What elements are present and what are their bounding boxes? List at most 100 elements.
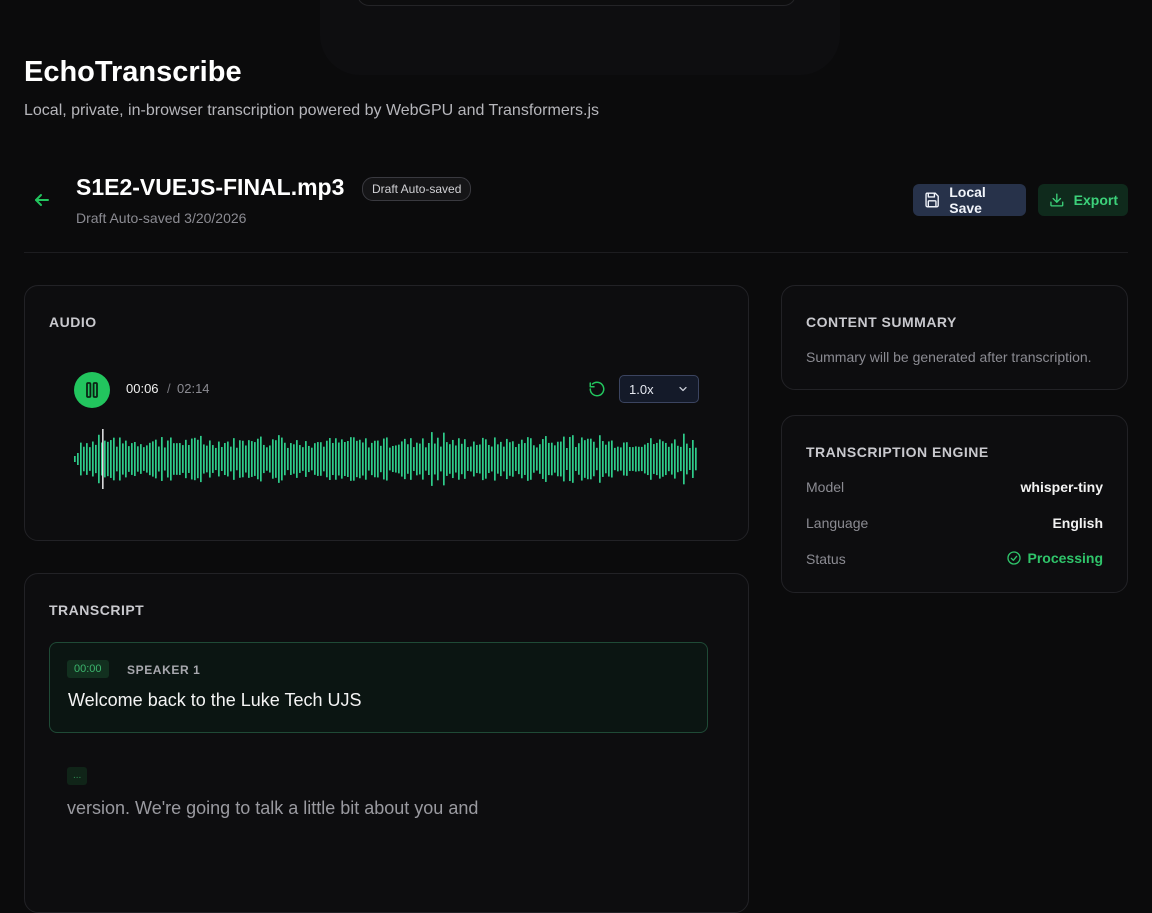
chevron-down-icon bbox=[679, 386, 687, 392]
floppy-disk-icon bbox=[925, 192, 939, 208]
waveform-bar bbox=[506, 438, 508, 480]
waveform-bar bbox=[299, 445, 301, 473]
waveform-bar bbox=[671, 443, 673, 475]
current-time: 00:06 bbox=[126, 381, 159, 396]
transcript-segment-active[interactable]: 00:00 SPEAKER 1 Welcome back to the Luke… bbox=[49, 642, 708, 733]
audio-waveform[interactable] bbox=[74, 429, 698, 489]
waveform-bar bbox=[611, 440, 613, 478]
waveform-bar bbox=[542, 439, 544, 479]
waveform-bar bbox=[173, 443, 175, 475]
export-button[interactable]: Export bbox=[1038, 184, 1128, 216]
waveform-bar bbox=[377, 440, 379, 478]
waveform-bar bbox=[566, 447, 568, 471]
waveform-bar bbox=[344, 442, 346, 476]
waveform-bar bbox=[140, 444, 142, 474]
local-save-button[interactable]: Local Save bbox=[913, 184, 1026, 216]
waveform-bar bbox=[311, 447, 313, 471]
waveform-bar bbox=[248, 440, 250, 478]
waveform-bar bbox=[191, 438, 193, 480]
waveform-bar bbox=[527, 437, 529, 481]
status-text: Processing bbox=[1027, 550, 1103, 566]
waveform-bar bbox=[488, 444, 490, 474]
waveform-bar bbox=[680, 446, 682, 472]
waveform-bar bbox=[419, 443, 421, 475]
loop-button[interactable] bbox=[588, 380, 606, 398]
speaker-label: SPEAKER 1 bbox=[127, 663, 201, 677]
waveform-bar bbox=[677, 445, 679, 473]
back-button[interactable] bbox=[30, 188, 54, 212]
model-value: whisper-tiny bbox=[1020, 479, 1103, 495]
waveform-bar bbox=[209, 440, 211, 478]
waveform-bar bbox=[110, 440, 112, 478]
waveform-bar bbox=[617, 446, 619, 472]
playhead[interactable] bbox=[102, 429, 104, 489]
waveform-bar bbox=[539, 444, 541, 474]
waveform-bar bbox=[548, 442, 550, 476]
status-badge: Draft Auto-saved bbox=[362, 177, 472, 201]
transcription-engine-card: TRANSCRIPTION ENGINE Model whisper-tiny … bbox=[781, 415, 1128, 593]
waveform-bar bbox=[569, 436, 571, 482]
waveform-bar bbox=[473, 441, 475, 477]
status-label: Status bbox=[806, 551, 846, 567]
waveform-bar bbox=[125, 440, 127, 478]
arrow-left-icon bbox=[35, 194, 49, 206]
waveform-bar bbox=[317, 442, 319, 476]
waveform-bar bbox=[641, 446, 643, 472]
waveform-bar bbox=[575, 447, 577, 471]
waveform-bar bbox=[524, 443, 526, 475]
waveform-bar bbox=[668, 446, 670, 472]
waveform-bar bbox=[314, 443, 316, 475]
waveform-bar bbox=[302, 447, 304, 471]
waveform-bar bbox=[206, 445, 208, 473]
waveform-bar bbox=[215, 447, 217, 471]
waveform-bar bbox=[572, 435, 574, 483]
waveform-bar bbox=[122, 443, 124, 475]
playback-speed-select[interactable]: 1.0x bbox=[619, 375, 699, 403]
waveform-bar bbox=[509, 442, 511, 476]
top-search-bar[interactable] bbox=[357, 0, 796, 6]
waveform-bar bbox=[554, 445, 556, 473]
waveform-bar bbox=[227, 441, 229, 477]
transcript-segment[interactable]: ... version. We're going to talk a littl… bbox=[49, 756, 708, 856]
segment-timestamp[interactable]: 00:00 bbox=[67, 660, 109, 678]
waveform-bar bbox=[404, 438, 406, 480]
waveform-bar bbox=[146, 445, 148, 473]
waveform-bar bbox=[581, 437, 583, 481]
waveform-bar bbox=[152, 441, 154, 477]
waveform-bar bbox=[221, 447, 223, 471]
waveform-bar bbox=[203, 444, 205, 474]
local-save-label: Local Save bbox=[949, 184, 986, 216]
waveform-bar bbox=[650, 438, 652, 480]
waveform-bar bbox=[137, 446, 139, 472]
waveform-bar bbox=[602, 441, 604, 477]
segment-timestamp[interactable]: ... bbox=[67, 767, 88, 785]
waveform-bar bbox=[104, 440, 106, 478]
waveform-bar bbox=[362, 442, 364, 476]
waveform-bar bbox=[503, 446, 505, 472]
waveform-bar bbox=[155, 439, 157, 479]
model-label: Model bbox=[806, 479, 845, 495]
waveform-bar bbox=[236, 447, 238, 471]
waveform-bar bbox=[632, 447, 634, 471]
waveform-bar bbox=[470, 446, 472, 472]
waveform-bar bbox=[194, 437, 196, 481]
waveform-bar bbox=[182, 445, 184, 473]
waveform-bar bbox=[440, 446, 442, 472]
waveform-bar bbox=[266, 447, 268, 471]
waveform-bar bbox=[278, 435, 280, 483]
waveform-bar bbox=[386, 437, 388, 481]
waveform-bar bbox=[143, 447, 145, 471]
waveform-bar bbox=[584, 440, 586, 478]
waveform-bar bbox=[161, 437, 163, 481]
waveform-bar bbox=[683, 433, 685, 485]
waveform-bar bbox=[284, 442, 286, 476]
waveform-bar bbox=[518, 443, 520, 475]
waveform-bar bbox=[401, 441, 403, 477]
waveform-bar bbox=[332, 442, 334, 476]
waveform-bar bbox=[512, 441, 514, 477]
waveform-bar bbox=[392, 445, 394, 473]
waveform-bar bbox=[233, 438, 235, 480]
play-pause-button[interactable] bbox=[74, 372, 110, 408]
waveform-bar bbox=[185, 439, 187, 479]
waveform-bar bbox=[521, 439, 523, 479]
